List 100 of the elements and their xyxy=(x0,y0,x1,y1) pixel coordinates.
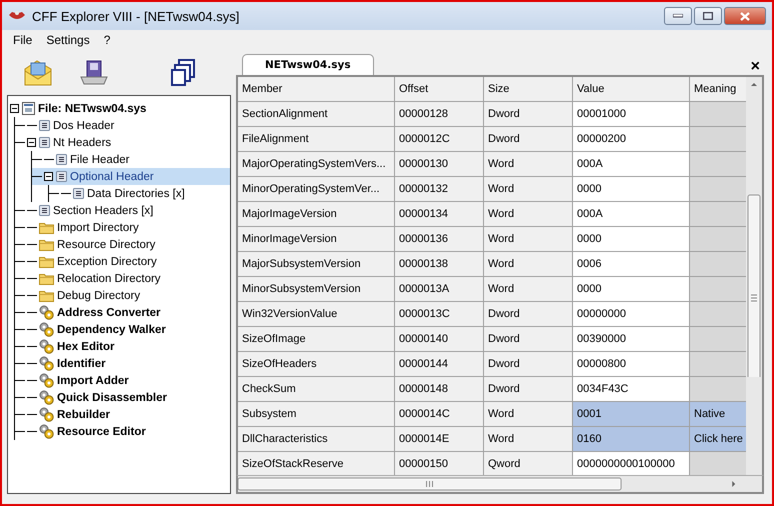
table-cell: MinorSubsystemVersion xyxy=(238,277,395,302)
tree-item[interactable]: Relocation Directory xyxy=(15,270,230,287)
file-tab[interactable]: NETwsw04.sys xyxy=(242,54,374,75)
table-cell xyxy=(690,277,746,302)
column-header[interactable]: Offset xyxy=(395,77,484,102)
tree-item[interactable]: Rebuilder xyxy=(15,406,230,423)
table-cell[interactable]: 00000800 xyxy=(573,352,690,377)
tree-item[interactable]: Quick Disassembler xyxy=(15,389,230,406)
tree-item[interactable]: Exception Directory xyxy=(15,253,230,270)
table-cell: 0000012C xyxy=(395,127,484,152)
gears-icon xyxy=(39,424,54,439)
table-cell: Word xyxy=(484,277,573,302)
table-cell xyxy=(690,452,746,475)
tree-item[interactable]: Hex Editor xyxy=(15,338,230,355)
table-cell: Word xyxy=(484,227,573,252)
tree-item[interactable]: Dos Header xyxy=(15,117,230,134)
table-cell: FileAlignment xyxy=(238,127,395,152)
table-cell: Word xyxy=(484,177,573,202)
table-cell: 00000150 xyxy=(395,452,484,475)
table-cell[interactable]: 000A xyxy=(573,202,690,227)
column-header[interactable]: Size xyxy=(484,77,573,102)
column-header[interactable]: Value xyxy=(573,77,690,102)
menu-item[interactable]: Settings xyxy=(39,33,97,47)
tree-item[interactable]: Dependency Walker xyxy=(15,321,230,338)
table-cell[interactable]: 00001000 xyxy=(573,102,690,127)
table-cell[interactable]: 0006 xyxy=(573,252,690,277)
tree-item[interactable]: Identifier xyxy=(15,355,230,372)
tree-item[interactable]: Optional Header xyxy=(32,168,230,185)
gears-icon xyxy=(39,390,54,405)
gears-icon xyxy=(39,356,54,371)
column-header[interactable]: Meaning xyxy=(690,77,746,102)
tree-item[interactable]: Resource Editor xyxy=(15,423,230,440)
document-icon xyxy=(39,137,50,148)
table-cell xyxy=(690,127,746,152)
table-cell[interactable]: 00390000 xyxy=(573,327,690,352)
table-cell: 0000014E xyxy=(395,427,484,452)
vertical-scrollbar[interactable] xyxy=(746,77,762,475)
table-cell xyxy=(690,252,746,277)
table-cell: Word xyxy=(484,252,573,277)
open-file-icon[interactable] xyxy=(23,58,53,86)
close-button[interactable] xyxy=(724,7,766,25)
table-cell: 0000014C xyxy=(395,402,484,427)
maximize-button[interactable] xyxy=(694,7,722,25)
tree-item[interactable]: File: NETwsw04.sys xyxy=(10,100,230,117)
table-cell: Dword xyxy=(484,127,573,152)
tree-item[interactable]: Resource Directory xyxy=(15,236,230,253)
table-cell[interactable]: 0160 xyxy=(573,427,690,452)
table-cell: Word xyxy=(484,152,573,177)
collapse-icon[interactable] xyxy=(10,104,19,113)
table-cell: MajorSubsystemVersion xyxy=(238,252,395,277)
tree-item[interactable]: Address Converter xyxy=(15,304,230,321)
menu-item[interactable]: File xyxy=(6,33,40,47)
minimize-button[interactable] xyxy=(664,7,692,25)
menu-item[interactable]: ? xyxy=(96,33,118,47)
folder-icon xyxy=(39,272,54,284)
table-cell: Dword xyxy=(484,352,573,377)
tree-item[interactable]: Import Directory xyxy=(15,219,230,236)
table-cell[interactable]: 0034F43C xyxy=(573,377,690,402)
table-cell: 0000013A xyxy=(395,277,484,302)
tree-item[interactable]: Section Headers [x] xyxy=(15,202,230,219)
table-cell: MinorOperatingSystemVer... xyxy=(238,177,395,202)
folder-icon xyxy=(39,290,54,302)
table-cell: CheckSum xyxy=(238,377,395,402)
table-cell xyxy=(690,377,746,402)
table-cell: Win32VersionValue xyxy=(238,302,395,327)
table-cell xyxy=(690,102,746,127)
tree-item[interactable]: Data Directories [x] xyxy=(49,185,230,202)
document-icon xyxy=(56,154,67,165)
table-cell: Native xyxy=(690,402,746,427)
collapse-icon[interactable] xyxy=(44,172,53,181)
table-cell[interactable]: 00000000 xyxy=(573,302,690,327)
save-disk-icon[interactable] xyxy=(79,58,109,86)
table-cell: 00000144 xyxy=(395,352,484,377)
table-cell: Dword xyxy=(484,302,573,327)
table-cell: Click here xyxy=(690,427,746,452)
collapse-icon[interactable] xyxy=(27,138,36,147)
horizontal-scrollbar[interactable] xyxy=(236,475,764,494)
table-cell: MajorImageVersion xyxy=(238,202,395,227)
table-cell[interactable]: 0000 xyxy=(573,277,690,302)
table-cell: 00000128 xyxy=(395,102,484,127)
table-cell[interactable]: 000A xyxy=(573,152,690,177)
table-cell: Word xyxy=(484,427,573,452)
document-icon xyxy=(39,205,50,216)
tree-item[interactable]: Nt Headers xyxy=(15,134,230,151)
table-cell: 00000130 xyxy=(395,152,484,177)
minimize-icon xyxy=(673,14,683,18)
table-cell: 00000138 xyxy=(395,252,484,277)
tree-item[interactable]: Import Adder xyxy=(15,372,230,389)
close-tab-button[interactable]: × xyxy=(746,59,764,75)
table-cell xyxy=(690,327,746,352)
tree-item[interactable]: File Header xyxy=(32,151,230,168)
tree-item[interactable]: Debug Directory xyxy=(15,287,230,304)
table-cell: Subsystem xyxy=(238,402,395,427)
column-header[interactable]: Member xyxy=(238,77,395,102)
table-cell[interactable]: 0000 xyxy=(573,177,690,202)
table-cell[interactable]: 0001 xyxy=(573,402,690,427)
table-cell[interactable]: 00000200 xyxy=(573,127,690,152)
table-cell xyxy=(690,352,746,377)
table-cell[interactable]: 0000 xyxy=(573,227,690,252)
windows-icon[interactable] xyxy=(171,58,197,86)
